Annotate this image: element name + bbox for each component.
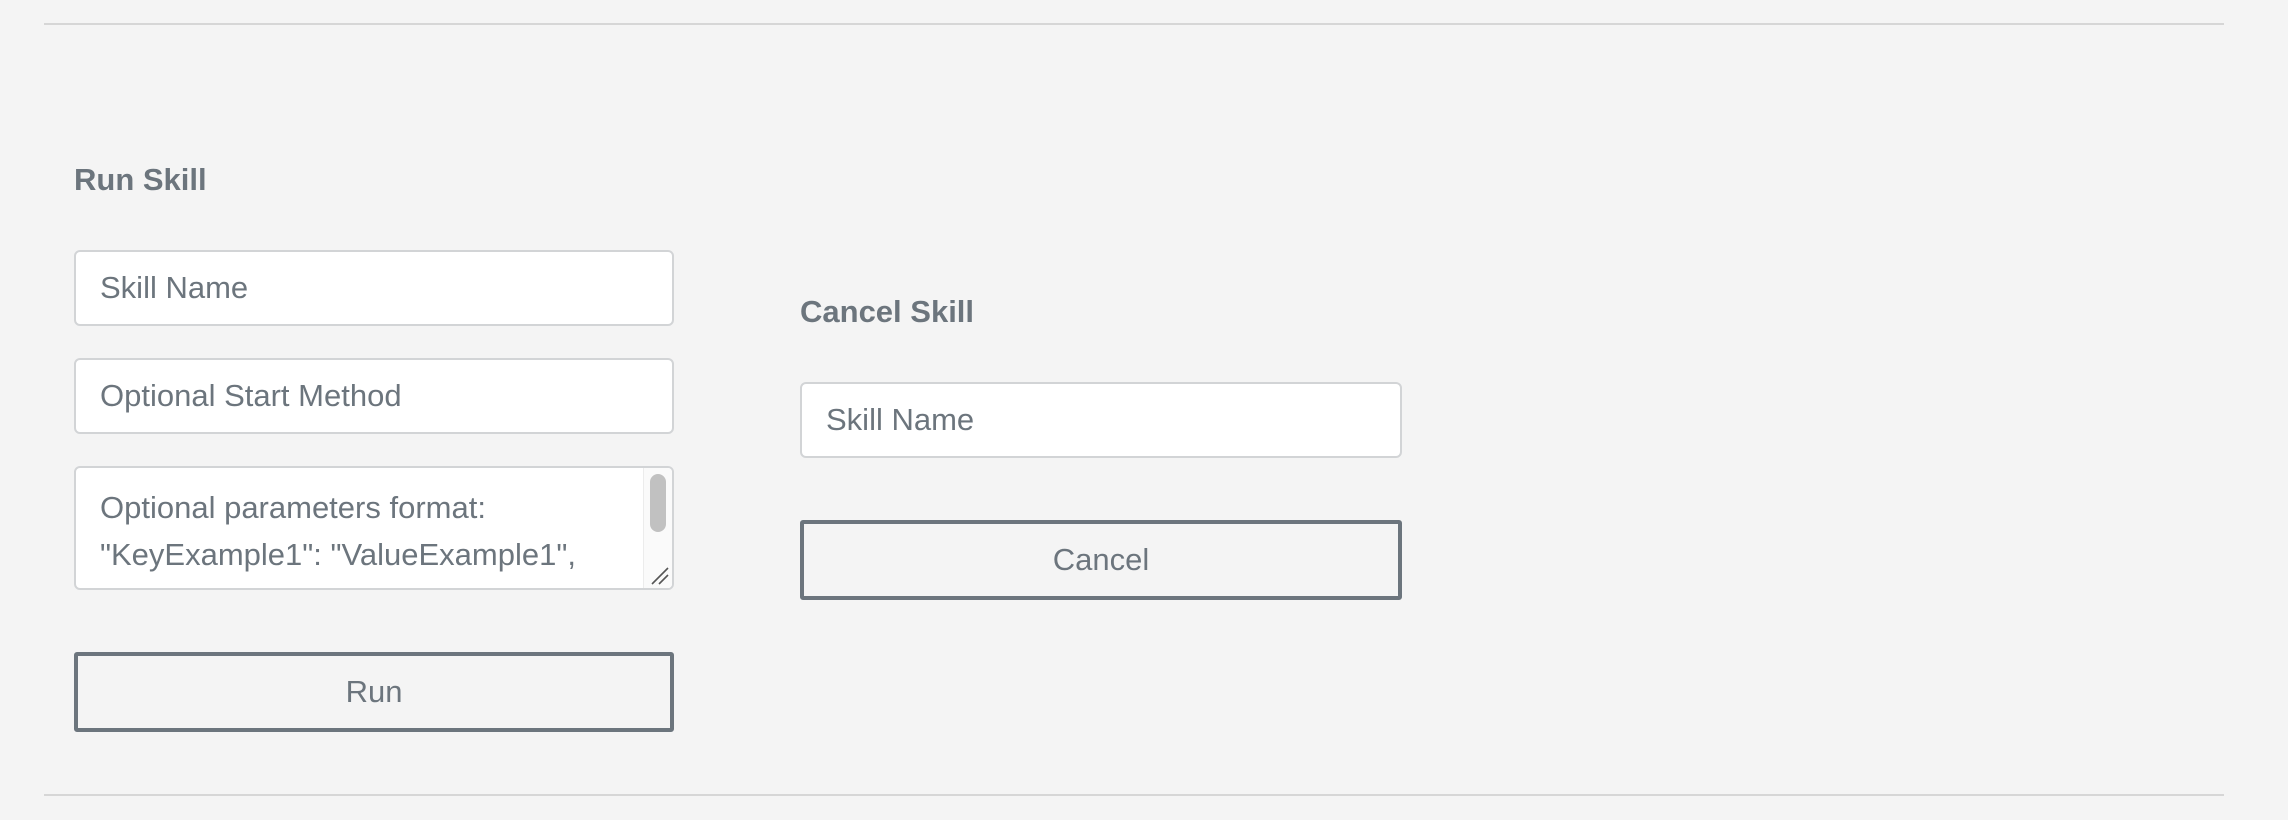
- start-method-input[interactable]: [74, 358, 674, 434]
- resize-handle-icon[interactable]: [644, 560, 672, 588]
- parameters-textarea[interactable]: [76, 468, 672, 588]
- cancel-button[interactable]: Cancel: [800, 520, 1402, 600]
- cancel-skill-heading: Cancel Skill: [800, 294, 975, 329]
- bottom-divider: [44, 794, 2224, 796]
- top-divider: [44, 23, 2224, 25]
- scrollbar-thumb[interactable]: [650, 474, 666, 532]
- run-skill-name-input[interactable]: [74, 250, 674, 326]
- run-skill-heading: Run Skill: [74, 162, 207, 197]
- run-button[interactable]: Run: [74, 652, 674, 732]
- cancel-skill-name-input[interactable]: [800, 382, 1402, 458]
- parameters-textarea-container: [74, 466, 674, 590]
